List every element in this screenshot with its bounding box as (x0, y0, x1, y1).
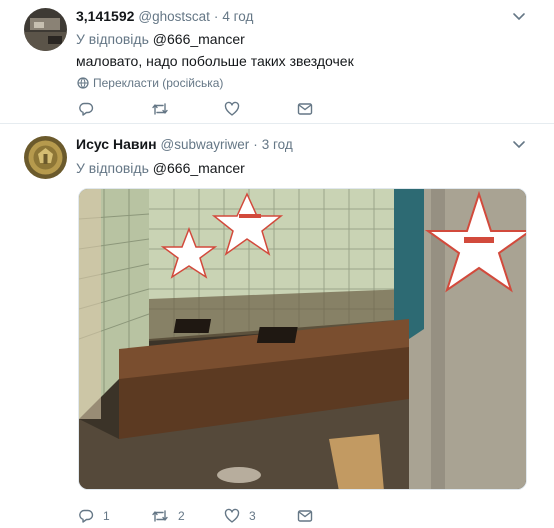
message-button[interactable] (297, 508, 370, 524)
tweet-reply-1[interactable]: 3,141592 @ghostscat · 4 год У відповідь … (0, 0, 554, 124)
user-handle[interactable]: @ghostscat (138, 9, 210, 24)
tweet-reply-2[interactable]: Исус Навин @subwayriwer · 3 год У відпов… (0, 126, 554, 528)
avatar[interactable] (24, 136, 67, 179)
retweet-icon (152, 103, 168, 115)
translate-link[interactable]: Перекласти (російська) (77, 76, 223, 90)
like-count: 3 (249, 509, 256, 523)
separator-dot: · (213, 9, 219, 24)
retweet-count: 2 (178, 509, 185, 523)
action-bar (78, 101, 370, 117)
retweet-icon (152, 510, 168, 522)
timestamp[interactable]: 4 год (222, 9, 253, 24)
user-handle[interactable]: @subwayriwer (161, 137, 250, 152)
translate-label: Перекласти (російська) (93, 76, 224, 90)
reply-prefix: У відповідь (76, 160, 149, 176)
reply-prefix: У відповідь (76, 31, 149, 47)
reply-icon (79, 102, 94, 116)
tweet-text: маловато, надо побольше таких звездочек (76, 53, 354, 69)
display-name[interactable]: Исус Навин (76, 136, 157, 152)
heart-icon (224, 508, 240, 523)
tweet-header: Исус Навин @subwayriwer · 3 год (76, 136, 293, 154)
reply-count: 1 (103, 509, 110, 523)
reply-button[interactable] (78, 101, 151, 117)
like-button[interactable]: 3 (224, 508, 297, 524)
reply-mention-link[interactable]: @666_mancer (153, 160, 245, 176)
like-button[interactable] (224, 101, 297, 117)
timestamp[interactable]: 3 год (262, 137, 293, 152)
tweet-header: 3,141592 @ghostscat · 4 год (76, 8, 253, 26)
display-name[interactable]: 3,141592 (76, 8, 134, 24)
envelope-icon (297, 103, 313, 115)
action-bar: 1 2 3 (78, 508, 370, 524)
chevron-down-icon[interactable] (512, 12, 526, 22)
toilet-room-photo (79, 189, 526, 489)
retweet-button[interactable] (151, 101, 224, 117)
envelope-icon (297, 510, 313, 522)
reply-icon (79, 509, 94, 523)
reply-button[interactable]: 1 (78, 508, 151, 524)
separator-dot: · (253, 137, 258, 152)
retweet-button[interactable]: 2 (151, 508, 224, 524)
reply-context: У відповідь @666_mancer (76, 160, 245, 176)
reply-context: У відповідь @666_mancer (76, 31, 245, 47)
chevron-down-icon[interactable] (512, 140, 526, 150)
message-button[interactable] (297, 101, 370, 117)
tweet-photo[interactable] (78, 188, 527, 490)
heart-icon (224, 101, 240, 116)
globe-icon (77, 77, 89, 89)
avatar[interactable] (24, 8, 67, 51)
reply-mention-link[interactable]: @666_mancer (153, 31, 245, 47)
